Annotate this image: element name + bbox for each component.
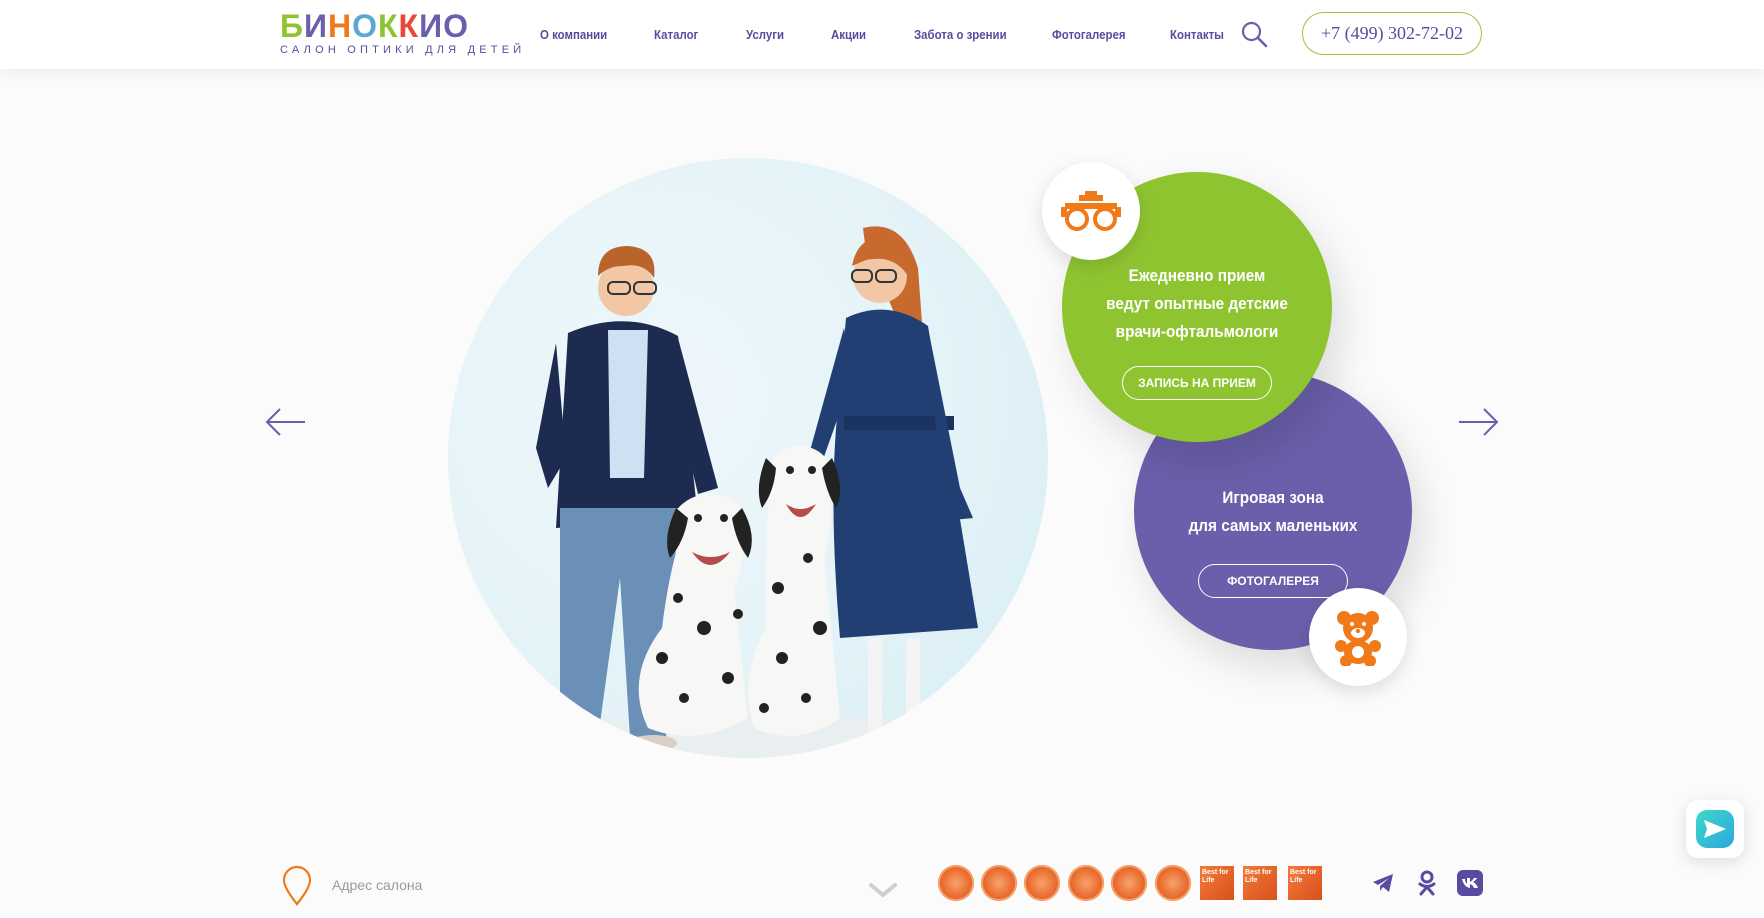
nav-item-eye-care[interactable]: Забота о зрении (914, 27, 1007, 42)
slider-next-arrow-icon[interactable] (1457, 407, 1499, 437)
nav-item-gallery[interactable]: Фотогалерея (1052, 27, 1126, 42)
teddy-bear-icon (1309, 588, 1407, 686)
nav-item-catalog[interactable]: Каталог (654, 27, 698, 42)
search-icon[interactable] (1240, 20, 1268, 48)
logo-letter: Н (328, 8, 353, 44)
award-badge-icon (1024, 865, 1060, 901)
gallery-button[interactable]: ФОТОГАЛЕРЕЯ (1198, 564, 1348, 598)
logo-subtitle: САЛОН ОПТИКИ ДЛЯ ДЕТЕЙ (280, 44, 526, 56)
logo-letter: И (419, 8, 444, 44)
appointment-line-1: Ежедневно прием (1128, 266, 1266, 285)
site-header: БИНОККИО САЛОН ОПТИКИ ДЛЯ ДЕТЕЙ О компан… (0, 0, 1764, 69)
logo-letter: О (352, 8, 378, 44)
chevron-down-icon[interactable] (868, 880, 898, 900)
award-badge-icon (1111, 865, 1147, 901)
odnoklassniki-icon[interactable] (1414, 870, 1440, 896)
vk-icon[interactable] (1457, 870, 1483, 896)
appointment-card-text: Ежедневно прием ведут опытные детские вр… (1062, 262, 1332, 346)
play-zone-line-2: для самых маленьких (1188, 516, 1358, 535)
chat-widget-button[interactable] (1686, 800, 1744, 858)
hero-photo (448, 158, 1048, 758)
logo-letter: О (443, 8, 469, 44)
book-appointment-button[interactable]: ЗАПИСЬ НА ПРИЕМ (1122, 366, 1272, 400)
logo-letter: К (398, 8, 420, 44)
award-badge-icon (938, 865, 974, 901)
nav-item-services[interactable]: Услуги (746, 27, 784, 42)
appointment-line-2: ведут опытные детские (1106, 294, 1288, 313)
nav-item-about[interactable]: О компании (540, 27, 607, 42)
phone-button[interactable]: +7 (499) 302-72-02 (1302, 12, 1482, 55)
nav-item-contacts[interactable]: Контакты (1170, 27, 1224, 42)
best-for-life-badge-icon: Best for Life (1243, 866, 1277, 900)
telegram-icon[interactable] (1370, 870, 1396, 896)
award-badge-icon (981, 865, 1017, 901)
best-for-life-badge-icon: Best for Life (1200, 866, 1234, 900)
logo-letter: И (304, 8, 328, 44)
logo-letter: Б (280, 8, 304, 44)
play-zone-card-text: Игровая зона для самых маленьких (1134, 484, 1412, 540)
award-badge-icon (1068, 865, 1104, 901)
logo-letter: К (378, 8, 399, 44)
slider-prev-arrow-icon[interactable] (265, 407, 307, 437)
salon-address-select[interactable]: Адрес салона (332, 877, 422, 893)
dalmatian-right (748, 446, 841, 736)
play-zone-line-1: Игровая зона (1222, 488, 1324, 507)
award-badge-icon (1155, 865, 1191, 901)
location-pin-icon (280, 864, 314, 906)
nav-item-promotions[interactable]: Акции (831, 27, 866, 42)
trial-frame-glasses-icon (1042, 162, 1140, 260)
logo-wordmark: БИНОККИО (280, 10, 502, 42)
logo[interactable]: БИНОККИО САЛОН ОПТИКИ ДЛЯ ДЕТЕЙ (280, 10, 526, 58)
appointment-line-3: врачи-офтальмологи (1115, 322, 1279, 341)
best-for-life-badge-icon: Best for Life (1288, 866, 1322, 900)
